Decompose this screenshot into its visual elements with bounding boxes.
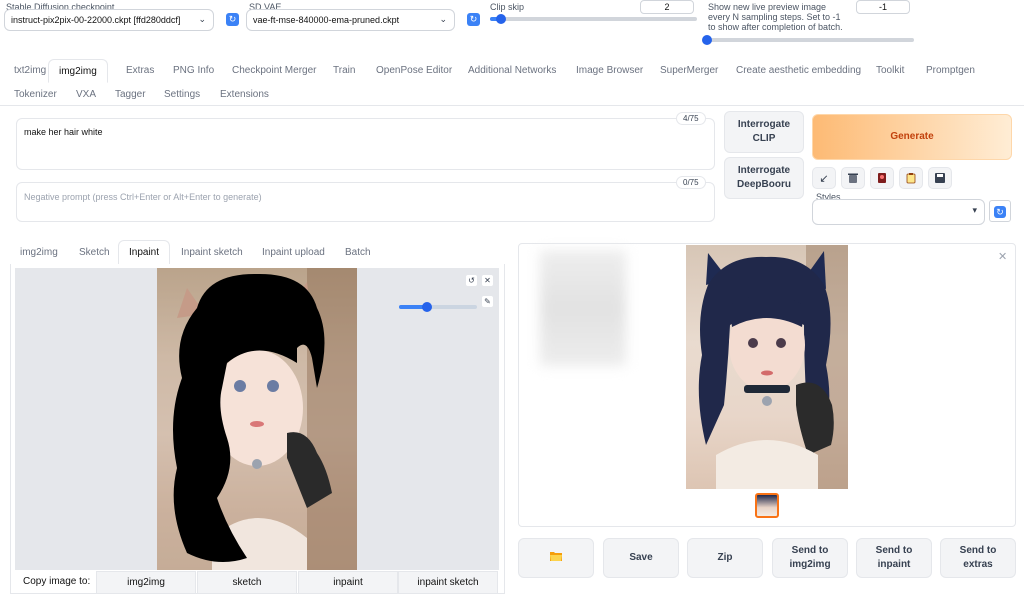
card-icon[interactable] bbox=[870, 167, 894, 189]
clip-skip-slider[interactable] bbox=[490, 14, 697, 24]
subtab-img2img[interactable]: img2img bbox=[20, 247, 58, 258]
prompt-text: make her hair white bbox=[24, 127, 103, 137]
tab-extras[interactable]: Extras bbox=[126, 65, 154, 76]
live-preview-knob[interactable] bbox=[702, 35, 712, 45]
clear-icon[interactable]: ✕ bbox=[481, 274, 494, 287]
styles-select[interactable]: ▾ bbox=[812, 199, 985, 225]
checkpoint-select[interactable]: instruct-pix2pix-00-22000.ckpt [ffd280dd… bbox=[4, 9, 214, 31]
refresh-vae-icon[interactable]: ↻ bbox=[467, 13, 480, 26]
copy-to-img2img-button[interactable]: img2img bbox=[96, 571, 196, 594]
refresh-styles-icon[interactable]: ↻ bbox=[989, 200, 1011, 222]
prompt-token-counter: 4/75 bbox=[676, 112, 706, 125]
live-preview-slider[interactable] bbox=[702, 35, 914, 45]
tab-openpose-editor[interactable]: OpenPose Editor bbox=[376, 65, 452, 76]
chevron-down-icon: ▾ bbox=[972, 205, 977, 215]
clipboard-icon[interactable] bbox=[899, 167, 923, 189]
brush-icon[interactable]: ✎ bbox=[481, 295, 494, 308]
tab-additional-networks[interactable]: Additional Networks bbox=[468, 65, 556, 76]
save-icon[interactable] bbox=[928, 167, 952, 189]
gallery-preview-blur bbox=[540, 250, 626, 366]
tab-create-aesthetic-embedding[interactable]: Create aesthetic embedding bbox=[736, 65, 861, 76]
open-folder-button[interactable] bbox=[518, 538, 594, 578]
live-preview-input[interactable]: -1 bbox=[856, 0, 910, 14]
vae-select[interactable]: vae-ft-mse-840000-ema-pruned.ckpt ⌄ bbox=[246, 9, 455, 31]
tabs-divider bbox=[0, 105, 1024, 106]
inpaint-canvas[interactable] bbox=[15, 268, 499, 570]
folder-icon bbox=[550, 551, 562, 566]
vae-value: vae-ft-mse-840000-ema-pruned.ckpt bbox=[253, 15, 400, 25]
prompt-textarea[interactable]: make her hair white bbox=[16, 118, 715, 170]
send-to-img2img-button[interactable]: Send to img2img bbox=[772, 538, 848, 578]
save-button[interactable]: Save bbox=[603, 538, 679, 578]
clip-skip-input[interactable]: 2 bbox=[640, 0, 694, 14]
live-preview-label: Show new live preview image every N samp… bbox=[708, 2, 843, 32]
interrogate-deepbooru-button[interactable]: Interrogate DeepBooru bbox=[724, 157, 804, 199]
copy-to-inpaint-button[interactable]: inpaint bbox=[298, 571, 398, 594]
inpaint-image bbox=[157, 268, 357, 570]
tab-txt2img[interactable]: txt2img bbox=[14, 65, 46, 76]
clip-skip-label: Clip skip bbox=[490, 2, 525, 12]
gallery-thumbnail[interactable] bbox=[755, 493, 779, 518]
tab-promptgen[interactable]: Promptgen bbox=[926, 65, 975, 76]
copy-image-label: Copy image to: bbox=[23, 576, 91, 587]
send-to-extras-button[interactable]: Send to extras bbox=[940, 538, 1016, 578]
clip-skip-knob[interactable] bbox=[496, 14, 507, 24]
arrow-icon[interactable]: ↙ bbox=[812, 167, 836, 189]
subtab-sketch[interactable]: Sketch bbox=[79, 247, 110, 258]
brush-size-slider[interactable] bbox=[399, 302, 477, 312]
tab-tagger[interactable]: Tagger bbox=[115, 89, 146, 100]
negative-placeholder: Negative prompt (press Ctrl+Enter or Alt… bbox=[24, 192, 262, 202]
trash-icon[interactable] bbox=[841, 167, 865, 189]
tab-png-info[interactable]: PNG Info bbox=[173, 65, 214, 76]
tab-checkpoint-merger[interactable]: Checkpoint Merger bbox=[232, 65, 316, 76]
tab-settings[interactable]: Settings bbox=[164, 89, 200, 100]
subtab-inpaint-upload[interactable]: Inpaint upload bbox=[262, 247, 325, 258]
tab-vxa[interactable]: VXA bbox=[76, 89, 96, 100]
subtab-inpaint-sketch[interactable]: Inpaint sketch bbox=[181, 247, 243, 258]
chevron-down-icon: ⌄ bbox=[439, 14, 447, 24]
zip-button[interactable]: Zip bbox=[687, 538, 763, 578]
brush-size-knob[interactable] bbox=[422, 302, 433, 312]
tab-extensions[interactable]: Extensions bbox=[220, 89, 269, 100]
tab-train[interactable]: Train bbox=[333, 65, 355, 76]
checkpoint-value: instruct-pix2pix-00-22000.ckpt [ffd280dd… bbox=[11, 15, 181, 25]
copy-to-sketch-button[interactable]: sketch bbox=[197, 571, 297, 594]
tab-img2img[interactable]: img2img bbox=[48, 59, 108, 83]
negative-token-counter: 0/75 bbox=[676, 176, 706, 189]
copy-to-inpaint-sketch-button[interactable]: inpaint sketch bbox=[398, 571, 498, 594]
undo-icon[interactable]: ↺ bbox=[465, 274, 478, 287]
tab-toolkit[interactable]: Toolkit bbox=[876, 65, 904, 76]
subtab-inpaint[interactable]: Inpaint bbox=[118, 240, 171, 265]
generate-button[interactable]: Generate bbox=[812, 114, 1012, 160]
output-image[interactable] bbox=[686, 245, 848, 489]
chevron-down-icon: ⌄ bbox=[198, 14, 206, 24]
subtab-batch[interactable]: Batch bbox=[345, 247, 371, 258]
close-icon[interactable]: ✕ bbox=[998, 250, 1007, 263]
interrogate-clip-button[interactable]: Interrogate CLIP bbox=[724, 111, 804, 153]
send-to-inpaint-button[interactable]: Send to inpaint bbox=[856, 538, 932, 578]
tab-image-browser[interactable]: Image Browser bbox=[576, 65, 643, 76]
tab-tokenizer[interactable]: Tokenizer bbox=[14, 89, 57, 100]
tab-supermerger[interactable]: SuperMerger bbox=[660, 65, 718, 76]
negative-prompt-textarea[interactable]: Negative prompt (press Ctrl+Enter or Alt… bbox=[16, 182, 715, 222]
refresh-checkpoint-icon[interactable]: ↻ bbox=[226, 13, 239, 26]
